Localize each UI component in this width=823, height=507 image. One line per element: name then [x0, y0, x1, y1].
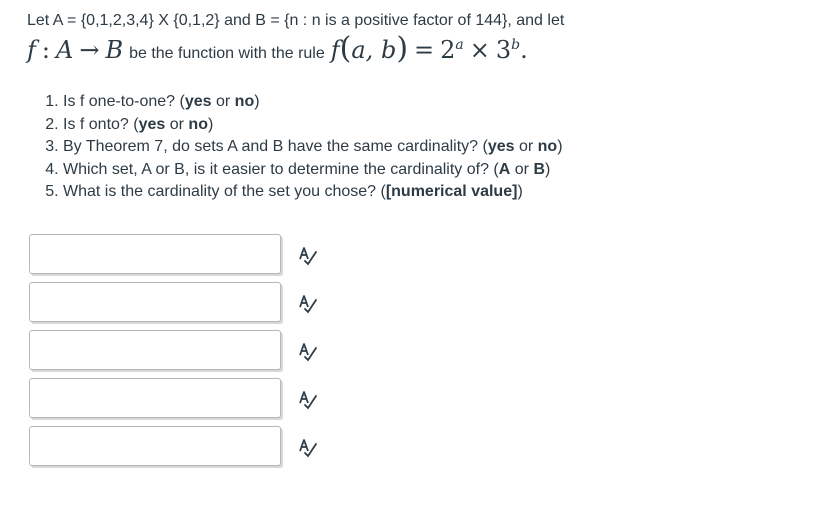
- exponent-2: b: [511, 37, 521, 53]
- question-text: Is f one-to-one? (: [63, 93, 185, 110]
- question-3: By Theorem 7, do sets A and B have the s…: [63, 136, 563, 159]
- rule-equals: =: [414, 36, 435, 64]
- base-2: 3: [495, 36, 512, 64]
- question-text: Which set, A or B, is it easier to deter…: [63, 160, 499, 178]
- answer-input-2[interactable]: [29, 282, 281, 322]
- problem-statement: Let A = {0,1,2,3,4} X {0,1,2} and B = {n…: [27, 10, 807, 70]
- function-colon: :: [41, 36, 50, 64]
- option-separator: or: [211, 93, 235, 110]
- answer-input-1[interactable]: [29, 234, 281, 274]
- spell-check-icon[interactable]: [297, 436, 319, 458]
- question-end: ): [557, 138, 563, 155]
- question-2: Is f onto? (yes or no): [63, 114, 563, 137]
- option-1: yes: [487, 138, 515, 155]
- answer-input-4[interactable]: [29, 378, 281, 418]
- rule-arguments: a, b: [351, 36, 397, 64]
- domain-set: A: [55, 36, 74, 64]
- question-1: Is f one-to-one? (yes or no): [63, 91, 563, 114]
- spell-check-icon[interactable]: [297, 292, 319, 314]
- problem-line-2: f : A → B be the function with the rule …: [27, 34, 807, 70]
- rule-period: .: [520, 36, 528, 64]
- question-list: Is f one-to-one? (yes or no) Is f onto? …: [38, 91, 563, 204]
- base-1: 2: [440, 36, 456, 64]
- line-2-text: be the function with the rule: [129, 45, 325, 62]
- rule-function: f: [330, 36, 340, 64]
- question-end: ): [545, 160, 551, 178]
- rule-open-paren: (: [339, 31, 352, 66]
- option-1: A: [498, 160, 511, 178]
- function-name: f: [27, 36, 36, 64]
- option-1: [numerical value]: [385, 183, 518, 200]
- codomain-set: B: [105, 36, 124, 64]
- arrow-symbol: →: [79, 36, 100, 64]
- times-symbol: ×: [469, 36, 490, 64]
- option-1: yes: [138, 115, 166, 133]
- question-text: What is the cardinality of the set you c…: [63, 183, 386, 200]
- option-2: B: [533, 160, 545, 178]
- option-2: no: [188, 115, 208, 133]
- problem-line-1: Let A = {0,1,2,3,4} X {0,1,2} and B = {n…: [27, 12, 565, 29]
- question-5: What is the cardinality of the set you c…: [63, 181, 563, 204]
- question-end: ): [517, 183, 523, 200]
- option-2: no: [234, 93, 255, 110]
- answer-input-3[interactable]: [29, 330, 281, 370]
- rule-term-1: 2a: [440, 34, 464, 64]
- question-end: ): [254, 93, 260, 110]
- question-4: Which set, A or B, is it easier to deter…: [63, 159, 563, 182]
- option-separator: or: [165, 115, 189, 133]
- spell-check-icon[interactable]: [297, 244, 319, 266]
- spell-check-icon[interactable]: [297, 388, 319, 410]
- answer-input-5[interactable]: [29, 426, 281, 466]
- spell-check-icon[interactable]: [297, 340, 319, 362]
- question-end: ): [207, 115, 214, 133]
- option-1: yes: [184, 93, 212, 110]
- question-text: By Theorem 7, do sets A and B have the s…: [63, 138, 488, 155]
- rule-term-2: 3b: [495, 34, 521, 64]
- option-separator: or: [510, 160, 534, 178]
- exponent-1: a: [455, 37, 464, 53]
- option-2: no: [537, 138, 558, 155]
- rule-close-paren: ): [396, 31, 409, 66]
- option-separator: or: [514, 138, 538, 155]
- question-text: Is f onto? (: [63, 115, 139, 133]
